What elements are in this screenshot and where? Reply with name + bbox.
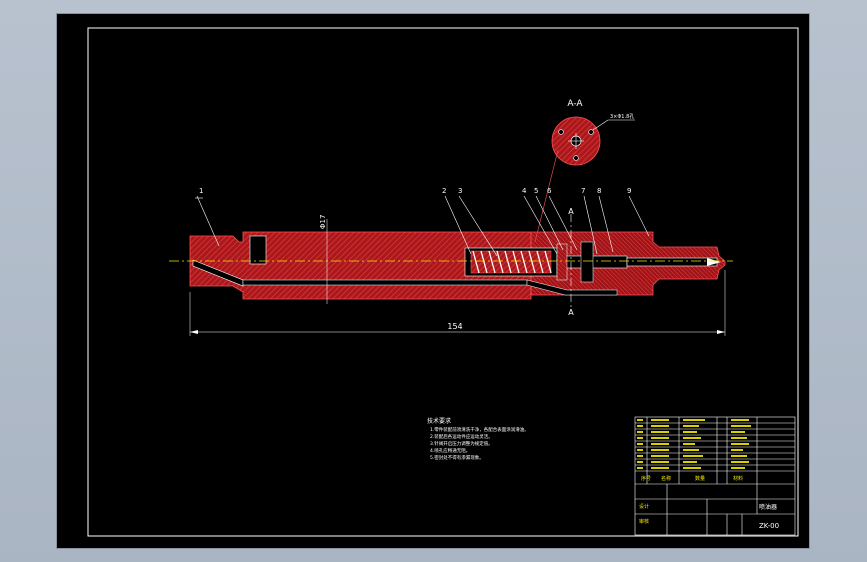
header-name: 名称 <box>661 475 671 482</box>
oil-hole-2 <box>588 129 594 135</box>
push-rod-guide <box>580 241 594 283</box>
hole-leader <box>592 119 609 131</box>
inlet-bore <box>249 235 267 265</box>
callout-7: 7 <box>581 187 585 195</box>
callout-1: 1 <box>199 187 203 195</box>
header-qty: 数量 <box>695 475 705 482</box>
header-material: 材料 <box>733 475 743 482</box>
title-block-text: 序号 名称 数量 材料 喷油器 ZK-00 设计 审核 <box>639 475 779 530</box>
note-line-3: 3.针阀开启压力调整为规定值。 <box>430 440 493 447</box>
length-dim: 154 <box>447 322 462 331</box>
oil-hole-3 <box>573 155 579 161</box>
callout-5: 5 <box>534 187 538 195</box>
diameter-dim: Φ17 <box>319 215 327 229</box>
drawing-canvas: A-A 3×Φ1.8孔 A A 1 2 3 4 5 6 7 8 9 Φ17 15… <box>56 13 810 549</box>
callout-8: 8 <box>597 187 601 195</box>
nozzle-bore <box>626 257 718 267</box>
note-line-2: 2.装配后各运动件应运动灵活。 <box>430 433 493 440</box>
part-name: 喷油器 <box>759 503 777 511</box>
cut-mark-top: A <box>568 207 574 216</box>
technical-notes: 技术要求 1.零件装配前须清洗干净，各配合表面涂润滑油。 2.装配后各运动件应运… <box>427 417 529 461</box>
check-label: 审核 <box>639 518 649 525</box>
callout-6: 6 <box>547 187 552 195</box>
note-line-4: 4.喷孔应畅通无阻。 <box>430 447 470 454</box>
header-no: 序号 <box>641 475 651 482</box>
callout-9: 9 <box>627 187 631 195</box>
section-title: A-A <box>567 99 583 109</box>
injector-section <box>169 231 733 300</box>
spring <box>470 250 552 274</box>
drawing-svg: A-A 3×Φ1.8孔 A A 1 2 3 4 5 6 7 8 9 Φ17 15… <box>87 27 799 537</box>
spring-seat <box>556 243 568 281</box>
design-label: 设计 <box>639 503 649 510</box>
callout-2: 2 <box>442 187 446 195</box>
drawing-number: ZK-00 <box>759 522 779 530</box>
notes-heading: 技术要求 <box>427 417 451 425</box>
cut-mark-bottom: A <box>568 308 574 317</box>
title-block <box>634 416 796 536</box>
note-line-5: 5.密封处不得有渗漏现象。 <box>430 454 484 461</box>
callout-3: 3 <box>458 187 462 195</box>
fuel-channel <box>242 279 528 286</box>
section-view-a-a: A-A 3×Φ1.8孔 <box>551 99 635 166</box>
section-leader <box>534 149 559 243</box>
note-line-1: 1.零件装配前须清洗干净，各配合表面涂润滑油。 <box>430 426 529 433</box>
hole-note: 3×Φ1.8孔 <box>610 113 634 120</box>
oil-hole-1 <box>558 129 564 135</box>
callout-4: 4 <box>522 187 527 195</box>
